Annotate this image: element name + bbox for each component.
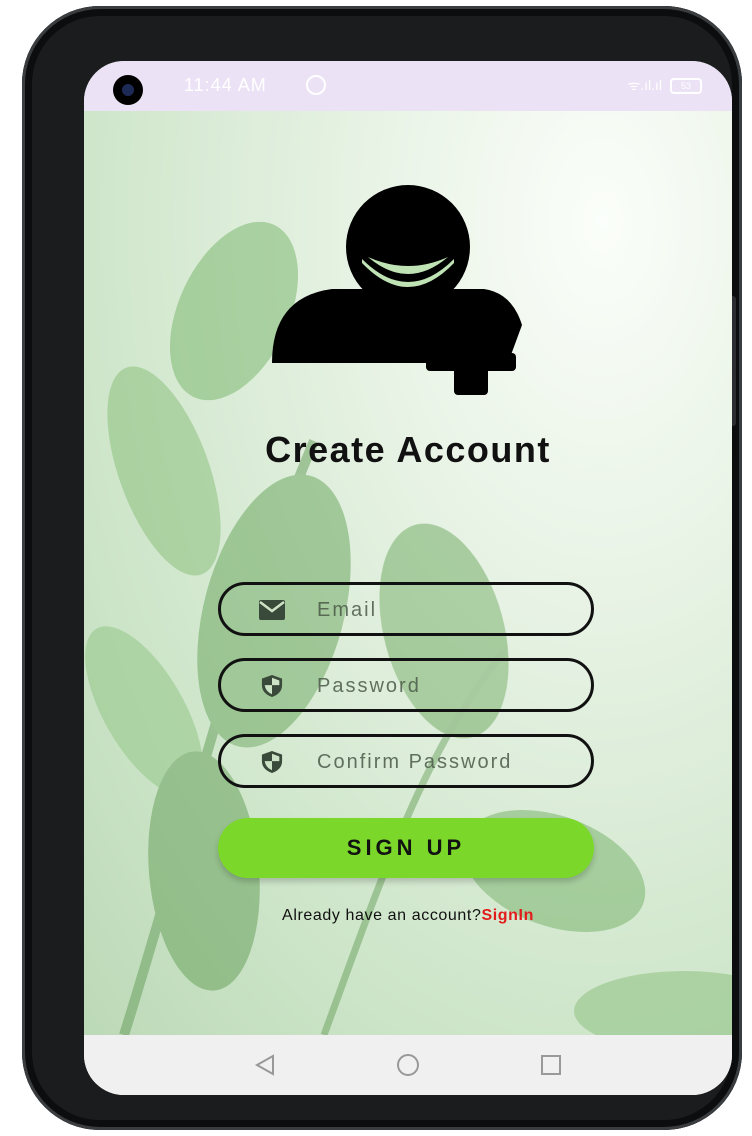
signin-prompt: Already have an account?SignIn [84, 907, 732, 925]
back-button[interactable] [235, 1045, 295, 1085]
front-camera [113, 75, 143, 105]
signin-link[interactable]: SignIn [481, 907, 533, 924]
recents-icon [540, 1055, 561, 1075]
email-input[interactable] [317, 595, 577, 625]
phone-frame: 11:44 AM ᯤ.ıl.ıl 53 Create Account Email… [22, 6, 742, 1130]
signup-screen: Create Account Email Password Confirm Pa… [84, 111, 732, 1035]
signin-prompt-text: Already have an account? [282, 907, 482, 924]
confirm-password-input[interactable] [317, 747, 577, 777]
recents-button[interactable] [521, 1045, 581, 1085]
home-icon [396, 1054, 419, 1076]
password-input[interactable] [317, 671, 577, 701]
confirm-password-field[interactable] [218, 734, 594, 788]
add-user-icon [272, 185, 522, 395]
battery-icon: 53 [670, 77, 702, 94]
navigation-bar [84, 1035, 732, 1095]
sign-up-button[interactable]: SIGN UP [218, 818, 594, 878]
page-title: Create Account [265, 429, 551, 470]
status-time: 11:44 AM [184, 75, 267, 95]
status-indicators: ᯤ.ıl.ıl 53 [627, 76, 702, 95]
shield-icon [261, 751, 283, 773]
email-field[interactable] [218, 582, 594, 636]
password-field[interactable] [218, 658, 594, 712]
shield-icon [261, 675, 283, 697]
status-bar: 11:44 AM ᯤ.ıl.ıl 53 [84, 61, 732, 111]
home-button[interactable] [378, 1045, 438, 1085]
back-icon [255, 1054, 275, 1076]
mail-icon [259, 600, 285, 620]
signal-icon: ᯤ.ıl.ıl [627, 77, 662, 93]
whatsapp-icon [306, 75, 326, 95]
screen: 11:44 AM ᯤ.ıl.ıl 53 Create Account Email… [84, 61, 732, 1095]
